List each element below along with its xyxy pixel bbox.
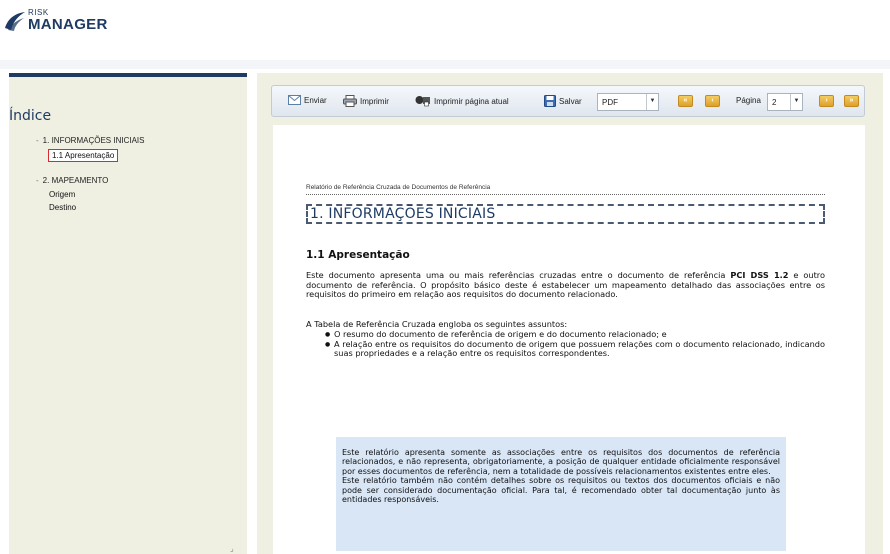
chevron-down-icon: ▼ (790, 94, 802, 110)
printer-icon (343, 95, 357, 107)
double-chevron-right-icon: » (849, 97, 854, 104)
disclaimer-box: Este relatório apresenta somente as asso… (336, 437, 786, 551)
disclaimer-paragraph: Este relatório também não contém detalhe… (342, 476, 780, 505)
toc-section-2[interactable]: -2. MAPEAMENTO (36, 176, 108, 185)
document-header: Relatório de Referência Cruzada de Docum… (306, 184, 825, 195)
previous-page-button[interactable]: ‹ (705, 95, 720, 107)
print-button[interactable]: Imprimir (343, 95, 389, 107)
page-label: Página (736, 96, 761, 105)
chevron-left-icon: ‹ (711, 97, 714, 104)
toc-item-origem[interactable]: Origem (49, 190, 75, 199)
save-label: Salvar (559, 96, 582, 106)
send-button[interactable]: Enviar (288, 95, 327, 105)
print-label: Imprimir (360, 96, 389, 106)
app-header: RISK MANAGER (0, 0, 890, 60)
export-format-select[interactable]: PDF ▼ (597, 93, 659, 111)
toc-bullet: - (36, 176, 39, 185)
header-band (0, 60, 890, 69)
toc-bullet: - (36, 136, 39, 145)
envelope-icon (288, 95, 301, 105)
report-toolbar: Enviar Imprimir Imprimir página atual Sa… (271, 85, 865, 117)
subsection-title: 1.1 Apresentação (306, 249, 410, 261)
last-page-button[interactable]: » (844, 95, 859, 107)
intro-text-start: Este documento apresenta uma ou mais ref… (306, 270, 731, 280)
toc-item-destino[interactable]: Destino (49, 203, 76, 212)
toc-item-apresentacao[interactable]: 1.1 Apresentação (48, 149, 119, 162)
page-number-select[interactable]: 2 ▼ (767, 93, 803, 111)
chevron-down-icon: ▼ (646, 94, 658, 110)
index-sidebar: Índice -1. INFORMAÇÕES INICIAIS 1.1 Apre… (9, 73, 247, 554)
index-title: Índice (9, 108, 52, 124)
list-item: A relação entre os requisitos do documen… (325, 339, 825, 359)
document-page: Relatório de Referência Cruzada de Docum… (273, 125, 865, 554)
resize-handle[interactable]: ⌟ (230, 544, 234, 553)
risk-manager-logo[interactable]: RISK MANAGER (4, 6, 114, 36)
logo-text-big: MANAGER (28, 16, 108, 33)
export-format-value: PDF (602, 98, 618, 107)
section-title-frame: 1. INFORMAÇÕES INICIAIS (306, 204, 825, 224)
toc-section-label: 2. MAPEAMENTO (42, 176, 109, 185)
toc-section-label: 1. INFORMAÇÕES INICIAIS (42, 136, 145, 145)
print-current-page-label: Imprimir página atual (434, 96, 509, 106)
print-current-page-button[interactable]: Imprimir página atual (415, 95, 509, 107)
next-page-button[interactable]: › (819, 95, 834, 107)
print-current-page-icon (415, 96, 430, 107)
chevron-right-icon: › (825, 97, 828, 104)
reference-document-name: PCI DSS 1.2 (730, 270, 789, 280)
double-chevron-left-icon: « (683, 97, 688, 104)
save-button[interactable]: Salvar (544, 95, 582, 107)
toc-section-1[interactable]: -1. INFORMAÇÕES INICIAIS (36, 136, 144, 145)
send-label: Enviar (304, 95, 327, 105)
disclaimer-paragraph: Este relatório apresenta somente as asso… (342, 448, 780, 476)
section-title: 1. INFORMAÇÕES INICIAIS (310, 206, 496, 222)
intro-paragraph: Este documento apresenta uma ou mais ref… (306, 270, 825, 300)
floppy-disk-icon (544, 95, 556, 107)
report-viewer: Enviar Imprimir Imprimir página atual Sa… (257, 73, 883, 554)
topics-list: O resumo do documento de referência de o… (325, 329, 825, 359)
first-page-button[interactable]: « (678, 95, 693, 107)
logo-swoosh-icon (5, 12, 25, 31)
page-number-value: 2 (772, 98, 777, 107)
